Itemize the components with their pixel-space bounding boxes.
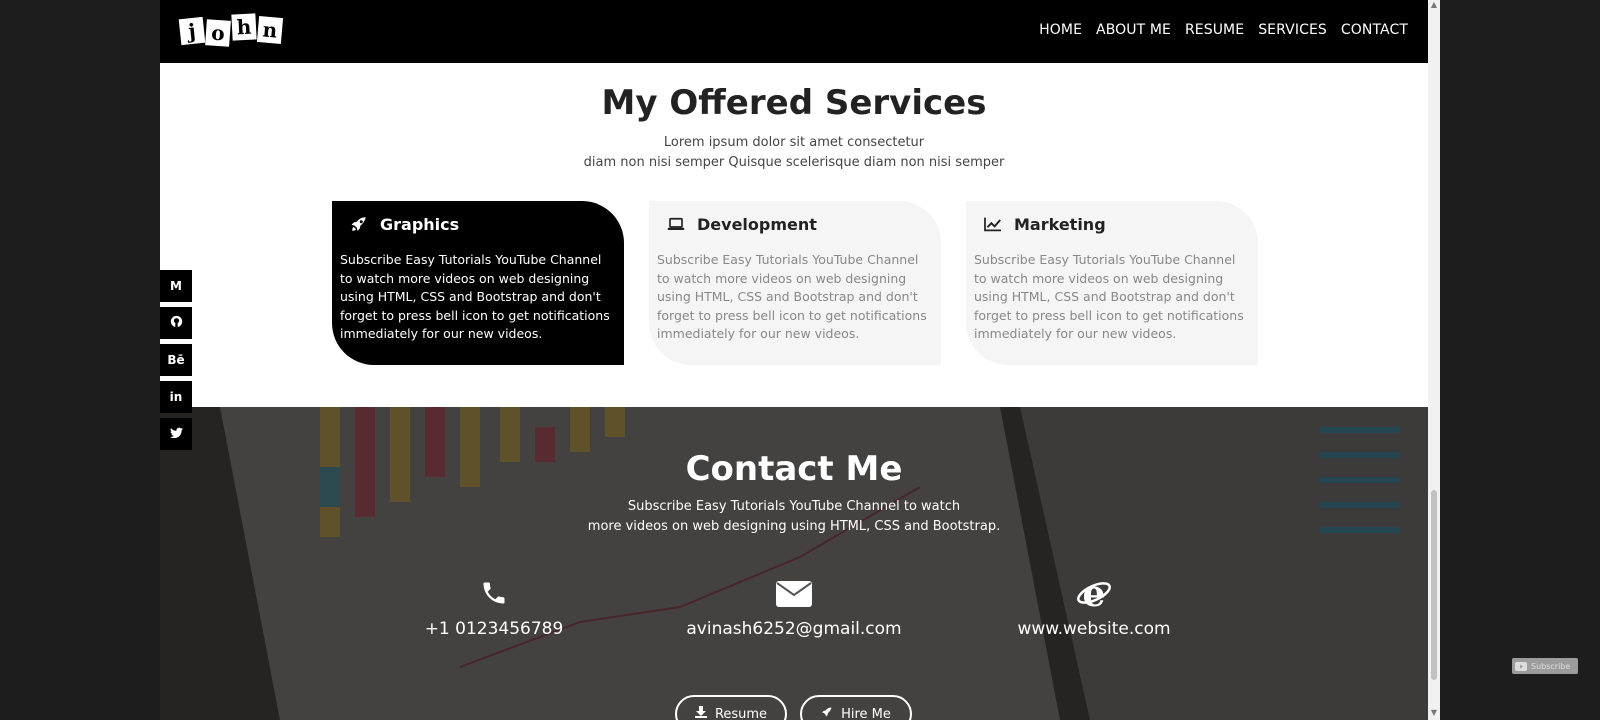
social-sidebar: M Bē in — [160, 270, 192, 455]
card-description: Subscribe Easy Tutorials YouTube Channel… — [974, 252, 1244, 342]
contact-subtitle: Subscribe Easy Tutorials YouTube Channel… — [160, 497, 1428, 537]
rocket-icon — [821, 706, 833, 720]
nav-resume-link[interactable]: RESUME — [1185, 22, 1244, 38]
envelope-icon — [664, 575, 924, 611]
hire-me-button-label: Hire Me — [841, 706, 891, 720]
contact-email[interactable]: avinash6252@gmail.com — [664, 575, 924, 639]
linkedin-icon: in — [169, 390, 183, 404]
website-url: www.website.com — [1017, 619, 1171, 639]
scrollbar-thumb[interactable] — [1431, 490, 1437, 680]
github-icon — [170, 315, 183, 331]
phone-number: +1 0123456789 — [424, 619, 564, 639]
card-header: Marketing — [982, 213, 1106, 235]
services-subtitle-line-1: Lorem ipsum dolor sit amet consectetur — [663, 135, 925, 150]
svg-text:e: e — [1083, 576, 1106, 610]
main-nav: HOME ABOUT ME RESUME SERVICES CONTACT — [1039, 22, 1408, 38]
site-header: j o h n HOME ABOUT ME RESUME SERVICES CO… — [160, 0, 1428, 63]
card-description: Subscribe Easy Tutorials YouTube Channel… — [657, 252, 927, 342]
resume-button-label: Resume — [714, 706, 768, 720]
linkedin-link[interactable]: in — [160, 381, 192, 413]
twitter-icon — [169, 427, 183, 442]
email-address: avinash6252@gmail.com — [686, 619, 902, 639]
subscribe-label: Subscribe — [1531, 661, 1571, 671]
youtube-icon — [1515, 661, 1527, 671]
contact-subtitle-line-1: Subscribe Easy Tutorials YouTube Channel… — [627, 499, 961, 514]
contact-website[interactable]: e www.website.com — [964, 575, 1224, 639]
nav-services-link[interactable]: SERVICES — [1258, 22, 1327, 38]
card-title: Graphics — [380, 214, 460, 234]
contact-section: Contact Me Subscribe Easy Tutorials YouT… — [160, 407, 1428, 720]
nav-contact-link[interactable]: CONTACT — [1341, 22, 1408, 38]
services-subtitle: Lorem ipsum dolor sit amet consectetur d… — [160, 133, 1428, 173]
phone-icon — [364, 575, 624, 611]
services-subtitle-line-2: diam non nisi semper Quisque scelerisque… — [583, 155, 1005, 170]
logo-letter-o: o — [205, 19, 231, 47]
twitter-link[interactable] — [160, 418, 192, 450]
logo[interactable]: j o h n — [178, 13, 284, 48]
resume-button[interactable]: Resume — [675, 695, 787, 720]
card-title: Development — [697, 214, 817, 234]
rocket-icon — [348, 213, 370, 235]
subscribe-watermark[interactable]: Subscribe — [1512, 658, 1578, 674]
hire-me-button[interactable]: Hire Me — [800, 695, 912, 720]
contact-subtitle-line-2: more videos on web designing using HTML,… — [587, 519, 1001, 534]
service-card-development[interactable]: Development Subscribe Easy Tutorials You… — [649, 201, 941, 365]
card-header: Development — [665, 213, 817, 235]
behance-icon: Bē — [167, 353, 185, 367]
laptop-icon — [665, 213, 687, 235]
scroll-down-arrow-icon[interactable]: ▼ — [1428, 708, 1440, 720]
contact-title: Contact Me — [685, 449, 903, 489]
logo-letter-n: n — [256, 16, 284, 44]
line-chart-icon — [982, 213, 1004, 235]
contact-phone[interactable]: +1 0123456789 — [364, 575, 624, 639]
nav-home-link[interactable]: HOME — [1039, 22, 1082, 38]
internet-explorer-icon: e — [964, 575, 1224, 611]
medium-link[interactable]: M — [160, 270, 192, 302]
card-title: Marketing — [1014, 214, 1106, 234]
logo-letter-h: h — [231, 13, 257, 41]
nav-about-link[interactable]: ABOUT ME — [1096, 22, 1171, 38]
card-header: Graphics — [348, 213, 459, 235]
service-card-marketing[interactable]: Marketing Subscribe Easy Tutorials YouTu… — [966, 201, 1258, 365]
medium-icon: M — [170, 279, 182, 293]
card-description: Subscribe Easy Tutorials YouTube Channel… — [340, 252, 610, 342]
behance-link[interactable]: Bē — [160, 344, 192, 376]
browser-viewport: j o h n HOME ABOUT ME RESUME SERVICES CO… — [160, 0, 1428, 720]
service-card-graphics[interactable]: Graphics Subscribe Easy Tutorials YouTub… — [332, 201, 624, 365]
logo-letter-j: j — [178, 16, 206, 46]
services-title: My Offered Services — [601, 83, 987, 123]
scroll-up-arrow-icon[interactable]: ▲ — [1428, 0, 1440, 12]
download-icon — [694, 706, 707, 720]
github-link[interactable] — [160, 307, 192, 339]
services-section: My Offered Services Lorem ipsum dolor si… — [160, 63, 1428, 407]
page-scrollbar[interactable]: ▲ ▼ — [1428, 0, 1440, 720]
